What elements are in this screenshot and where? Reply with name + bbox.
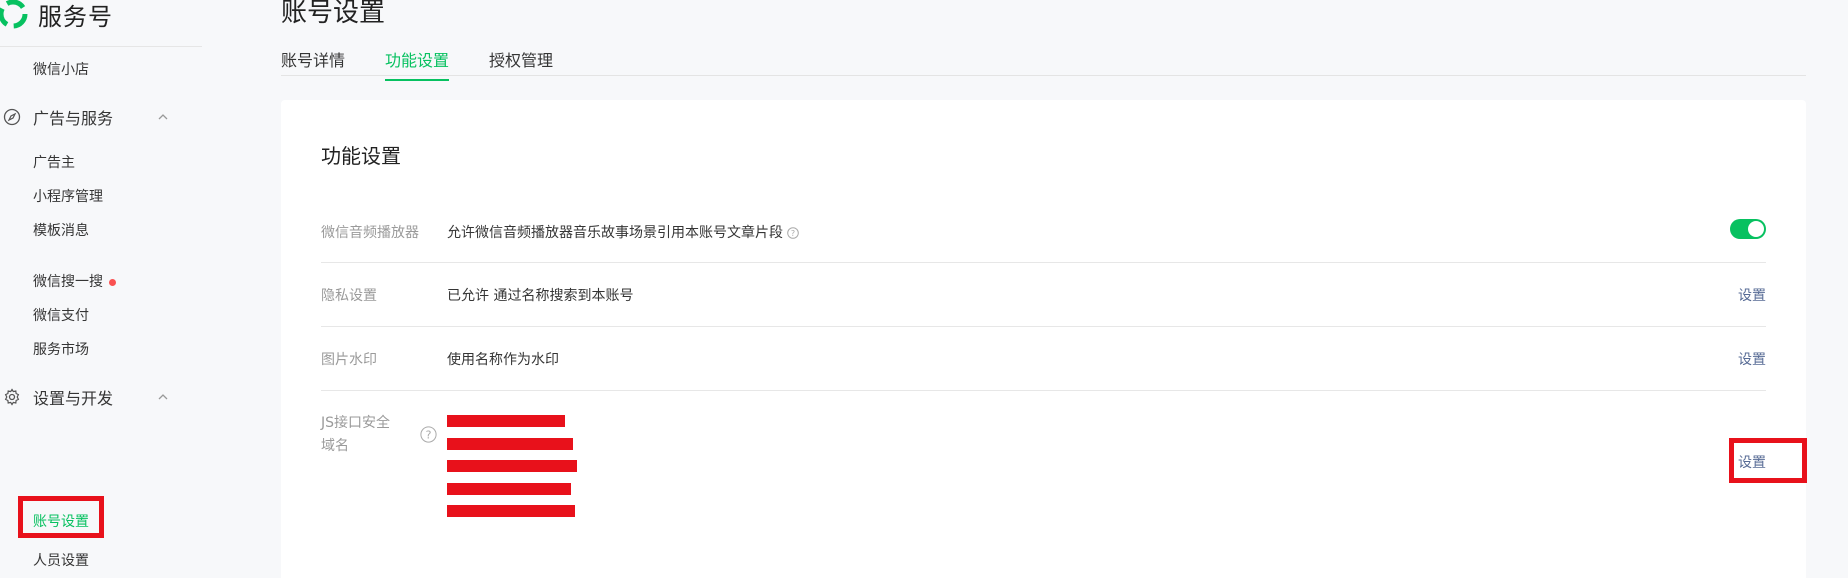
redaction-bar [447, 483, 571, 495]
card-title: 功能设置 [321, 144, 401, 168]
row-value-privacy: 已允许 通过名称搜索到本账号 [447, 288, 634, 304]
row-divider [321, 390, 1766, 391]
page-title: 账号设置 [281, 0, 386, 28]
sidebar-item-market[interactable]: 服务市场 [33, 339, 89, 359]
sidebar-item-search[interactable]: 微信搜一搜 [33, 271, 116, 291]
redaction-bar [447, 460, 577, 472]
row-label-audio-player: 微信音频播放器 [321, 225, 419, 241]
chevron-up-icon [158, 114, 168, 120]
sidebar: 服务号 微信小店 广告与服务 广告主 小程序管理 模板消息 微信搜一搜 微信支付… [0, 0, 205, 578]
privacy-settings-link[interactable]: 设置 [1738, 285, 1766, 305]
sidebar-item-advertiser[interactable]: 广告主 [33, 152, 75, 172]
row-divider [321, 326, 1766, 327]
gear-icon [4, 388, 20, 406]
sidebar-group-label: 设置与开发 [33, 389, 114, 408]
redaction-bar [447, 438, 573, 450]
help-icon[interactable]: ? [787, 227, 799, 239]
row-divider [321, 262, 1766, 263]
row-value-text: 允许微信音频播放器音乐故事场景引用本账号文章片段 [447, 225, 783, 241]
toggle-knob [1748, 221, 1764, 237]
highlight-box-js-domain-settings [1729, 438, 1807, 483]
row-label-privacy: 隐私设置 [321, 288, 377, 304]
help-icon[interactable]: ? [420, 426, 437, 443]
notification-dot [109, 278, 116, 286]
sidebar-item-template-msg[interactable]: 模板消息 [33, 220, 89, 240]
audio-player-toggle[interactable] [1730, 219, 1766, 239]
svg-text:?: ? [791, 229, 795, 238]
redaction-bar [447, 415, 565, 427]
compass-icon [3, 108, 21, 126]
highlight-box-account-settings [18, 496, 104, 538]
sidebar-item-member-settings[interactable]: 人员设置 [33, 550, 89, 570]
row-label-watermark: 图片水印 [321, 352, 377, 368]
sidebar-divider [0, 46, 202, 47]
brand-name: 服务号 [38, 2, 113, 31]
row-label-js-domain: JS接口安全域名 [321, 415, 391, 454]
redaction-bar [447, 505, 575, 517]
sidebar-group-ads[interactable]: 广告与服务 [0, 105, 168, 129]
row-value-watermark: 使用名称作为水印 [447, 352, 559, 368]
chevron-up-icon [158, 394, 168, 400]
watermark-settings-link[interactable]: 设置 [1738, 349, 1766, 369]
sidebar-item-miniprogram[interactable]: 小程序管理 [33, 186, 103, 206]
sidebar-group-settings[interactable]: 设置与开发 [0, 385, 168, 409]
svg-text:?: ? [426, 429, 432, 442]
sidebar-item-label: 微信搜一搜 [33, 274, 103, 290]
sidebar-group-label: 广告与服务 [33, 109, 114, 128]
brand[interactable]: 服务号 [0, 0, 113, 34]
brand-logo-icon [0, 0, 28, 29]
row-value-audio-player: 允许微信音频播放器音乐故事场景引用本账号文章片段 ? [447, 222, 799, 242]
tabs-divider [281, 75, 1806, 76]
settings-card: 功能设置 微信音频播放器 允许微信音频播放器音乐故事场景引用本账号文章片段 ? … [281, 100, 1807, 578]
sidebar-item-wechat-shop[interactable]: 微信小店 [33, 59, 89, 79]
sidebar-item-pay[interactable]: 微信支付 [33, 305, 89, 325]
page-root: 服务号 微信小店 广告与服务 广告主 小程序管理 模板消息 微信搜一搜 微信支付… [0, 0, 1848, 578]
